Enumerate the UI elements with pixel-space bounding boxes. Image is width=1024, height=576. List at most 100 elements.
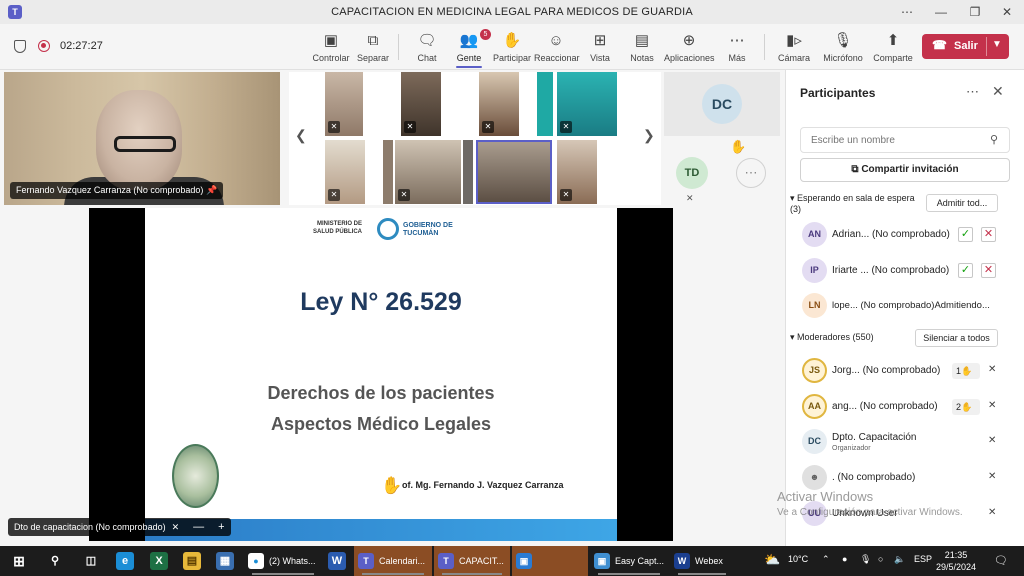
camera-button[interactable]: ▮▹ Cámara <box>774 24 814 70</box>
hand-count-badge: 1✋ <box>952 363 980 379</box>
participant-tile[interactable]: ✕ <box>325 72 363 136</box>
mic-off-icon: ✕ <box>404 121 416 133</box>
weather-temp[interactable]: 10°C <box>788 554 808 564</box>
file-explorer-icon[interactable]: ▤ <box>183 552 201 570</box>
share-button[interactable]: ⬆ Comparte <box>872 24 914 70</box>
gallery-prev-icon[interactable]: ❮ <box>295 127 307 144</box>
admit-button[interactable]: ✓ <box>958 263 973 278</box>
excel-icon[interactable]: X <box>150 552 168 570</box>
list-item[interactable]: AN Adrian... (No comprobado) ✓ ✕ <box>786 219 1024 251</box>
waiting-section-header[interactable]: ▾ Esperando en sala de espera (3) <box>790 193 915 215</box>
notifications-icon[interactable]: 🗨 <box>994 554 1008 567</box>
chevron-up-icon[interactable]: ⌃ <box>822 554 830 565</box>
weather-icon[interactable]: ⛅ <box>764 552 780 568</box>
dc-participant-tile[interactable]: DC <box>664 72 780 136</box>
app-icon: ▣ <box>516 553 532 569</box>
mic-off-icon: ✕ <box>988 400 997 411</box>
react-button[interactable]: ☺ Reaccionar <box>534 24 580 70</box>
mic-off-icon: 🎙 <box>833 32 853 49</box>
admit-button[interactable]: ✓ <box>958 227 973 242</box>
td-avatar[interactable]: TD <box>676 157 708 189</box>
gallery-next-icon[interactable]: ❯ <box>643 127 655 144</box>
moderators-section-header[interactable]: ▾ Moderadores (550) <box>790 332 874 343</box>
mic-off-icon: ✕ <box>482 121 494 133</box>
restore-button[interactable]: ❐ <box>958 0 992 24</box>
taskbar-app-webex[interactable]: W Webex <box>670 546 734 576</box>
leave-divider <box>986 37 987 56</box>
leave-button[interactable]: ☎ Salir ▼ <box>922 34 1009 59</box>
volume-icon[interactable]: 🔈 <box>894 554 905 565</box>
system-clock[interactable]: 21:35 29/5/2024 <box>936 549 976 573</box>
zoom-in-button[interactable]: + <box>218 521 224 533</box>
share-icon: ⬆ <box>886 32 900 49</box>
pinned-speaker-video[interactable]: Fernando Vazquez Carranza (No comprobado… <box>4 72 280 205</box>
tray-app-icon[interactable]: ● <box>842 554 847 564</box>
admit-all-button[interactable]: Admitir tod... <box>926 194 998 212</box>
tray-mic-icon[interactable]: 🎙 <box>860 554 871 565</box>
selected-participant-tile[interactable] <box>476 140 552 204</box>
panel-more-icon[interactable]: ⋯ <box>966 84 979 100</box>
edge-icon[interactable]: e <box>116 552 134 570</box>
taskbar-app-calendar[interactable]: T Calendari... <box>354 546 432 576</box>
presentation-slide: MINISTERIO DE SALUD PÚBLICA GOBIERNO DE … <box>145 208 617 541</box>
list-item[interactable]: JS Jorg... (No comprobado) 1✋ ✕ <box>786 355 1024 387</box>
start-icon[interactable]: ⊞ <box>10 552 28 570</box>
camera-off-icon: ▮▹ <box>786 32 802 49</box>
participant-tile[interactable] <box>383 140 393 204</box>
network-icon[interactable]: ○ <box>878 554 883 564</box>
participant-tile[interactable]: ✕ <box>557 140 597 204</box>
mute-all-button[interactable]: Silenciar a todos <box>915 329 998 347</box>
chevron-down-icon[interactable]: ▼ <box>992 39 1002 50</box>
control-button[interactable]: ▣ Controlar <box>312 24 350 70</box>
raise-hand-button[interactable]: ✋ Participar <box>492 24 532 70</box>
list-item[interactable]: LN lope... (No comprobado)Admitiendo... <box>786 290 1024 322</box>
taskbar-app-whatsapp[interactable]: ● (2) Whats... <box>244 546 322 576</box>
toolbar-divider <box>764 34 765 60</box>
participant-tile[interactable]: ✕ <box>401 72 441 136</box>
slide-title: Ley N° 26.529 <box>300 288 462 316</box>
apps-button[interactable]: ⊕ Aplicaciones <box>664 24 715 70</box>
toolbar-divider <box>398 34 399 60</box>
participant-tile[interactable]: ✕ <box>557 72 617 136</box>
participant-tile[interactable] <box>463 140 473 204</box>
microphone-button[interactable]: 🎙 Micrófono <box>822 24 864 70</box>
hand-icon: ✋ <box>502 32 522 49</box>
participant-tile[interactable] <box>537 72 553 136</box>
mic-off-icon: ✕ <box>560 189 572 201</box>
calculator-icon[interactable]: ▦ <box>216 552 234 570</box>
share-invite-button[interactable]: ⧉ Compartir invitación <box>800 158 1010 182</box>
word-icon[interactable]: W <box>328 552 346 570</box>
participant-tile[interactable]: ✕ <box>395 140 461 204</box>
list-item[interactable]: IP Iriarte ... (No comprobado) ✓ ✕ <box>786 255 1024 287</box>
minimize-button[interactable]: — <box>924 0 958 24</box>
notes-button[interactable]: ▤ Notas <box>626 24 658 70</box>
mic-off-icon: ✕ <box>328 189 340 201</box>
view-button[interactable]: ⊞ Vista <box>584 24 616 70</box>
list-item[interactable]: AA ang... (No comprobado) 2✋ ✕ <box>786 391 1024 423</box>
more-window-options-button[interactable]: ⋯ <box>890 0 924 24</box>
pop-out-button[interactable]: ⧉ Separar <box>354 24 392 70</box>
zoom-out-button[interactable]: — <box>193 521 204 533</box>
deny-button[interactable]: ✕ <box>981 263 996 278</box>
participant-search-input[interactable] <box>800 127 1010 153</box>
taskbar-app-blank[interactable]: ▣ <box>512 546 588 576</box>
recording-icon <box>38 40 50 52</box>
more-button[interactable]: ⋯ Más <box>722 24 752 70</box>
deny-button[interactable]: ✕ <box>981 227 996 242</box>
taskbar-app-easy-capture[interactable]: ▣ Easy Capt... <box>590 546 668 576</box>
participant-tile[interactable]: ✕ <box>479 72 519 136</box>
more-participants-icon[interactable]: ⋯ <box>736 158 766 188</box>
chat-button[interactable]: 🗨 Chat <box>410 24 444 70</box>
people-button[interactable]: 👥 5 Gente <box>452 24 491 70</box>
task-view-icon[interactable]: ◫ <box>82 552 100 570</box>
language-indicator[interactable]: ESP <box>914 554 932 564</box>
taskbar-app-capacitacion[interactable]: T CAPACIT... <box>434 546 510 576</box>
pin-icon: 📌 <box>205 185 218 195</box>
close-window-button[interactable]: ✕ <box>990 0 1024 24</box>
list-item[interactable]: DC Dpto. Capacitación Organizador ✕ <box>786 426 1024 458</box>
title-bar: T CAPACITACION EN MEDICINA LEGAL PARA ME… <box>0 0 1024 24</box>
close-icon[interactable]: ✕ <box>992 83 1004 100</box>
tucuman-logo-icon <box>377 218 399 240</box>
participant-tile[interactable]: ✕ <box>325 140 365 204</box>
search-icon[interactable]: ⚲ <box>46 552 64 570</box>
